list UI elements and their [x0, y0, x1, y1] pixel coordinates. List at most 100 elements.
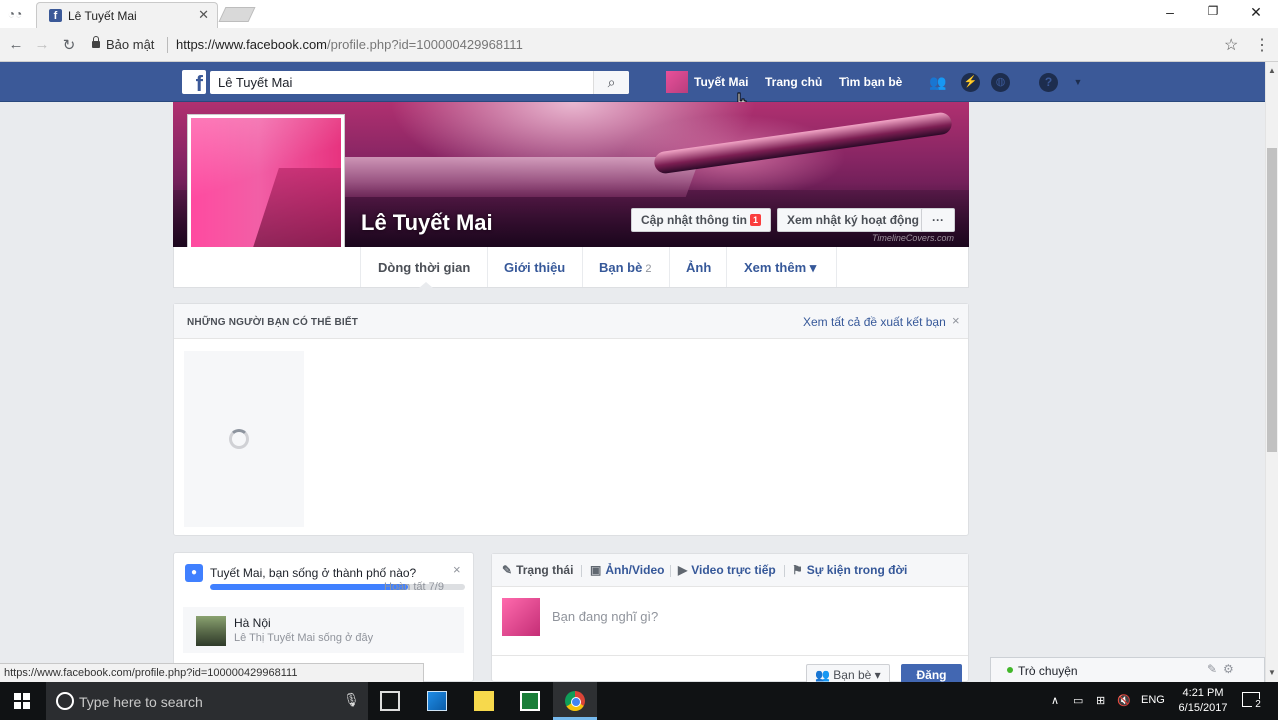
clock-time: 4:21 PM	[1182, 687, 1224, 699]
secure-indicator[interactable]: Bảo mật	[92, 36, 155, 52]
browser-tab[interactable]: f Lê Tuyết Mai ✕	[36, 2, 218, 28]
city-suggestion[interactable]: Hà Nội Lê Thị Tuyết Mai sống ở đây	[183, 607, 464, 653]
pencil-icon: ✎	[502, 563, 513, 577]
browser-menu-icon[interactable]: ⋮	[1254, 35, 1270, 55]
help-icon[interactable]: ?	[1039, 73, 1058, 92]
loading-spinner-icon	[229, 429, 249, 449]
chrome-icon[interactable]	[565, 691, 585, 711]
cortana-icon	[56, 692, 74, 710]
notification-count: 2	[1252, 699, 1264, 711]
secure-label: Bảo mật	[106, 37, 155, 52]
tab-photos[interactable]: Ảnh	[686, 260, 711, 275]
messenger-icon[interactable]: ⚡	[961, 73, 980, 92]
city-subtitle: Lê Thị Tuyết Mai sống ở đây	[234, 632, 374, 644]
link-status-url: https://www.facebook.com/profile.php?id=…	[0, 663, 424, 682]
post-composer: ✎ Trạng thái ▣ Ảnh/Video ▶ Video trực tiếp …	[491, 553, 969, 686]
progress-text: Hoàn tất 7/9	[384, 581, 444, 593]
search-input[interactable]	[210, 71, 580, 93]
window-close-icon[interactable]: ✕	[1246, 4, 1266, 21]
chat-settings-gear-icon[interactable]: ⚙	[1223, 662, 1234, 676]
windows-start-icon[interactable]	[14, 693, 30, 709]
tray-chevron-up-icon[interactable]: ∧	[1051, 694, 1059, 707]
battery-icon[interactable]: ▭	[1073, 694, 1083, 707]
restore-icon[interactable]: ❐	[1203, 4, 1223, 18]
composer-tab-status[interactable]: ✎ Trạng thái	[502, 563, 573, 577]
progress-fill	[210, 584, 409, 590]
timeline-nav: Dòng thời gian Giới thiệu Bạn bè 2 Ảnh Xe…	[173, 247, 969, 288]
lock-icon	[92, 36, 100, 48]
scrollbar-thumb[interactable]	[1267, 148, 1277, 452]
cover-watermark: TimelineCovers.com	[872, 233, 954, 243]
pymk-title: NHỮNG NGƯỜI BẠN CÓ THỂ BIẾT	[187, 317, 359, 328]
taskbar-search-placeholder: Type here to search	[79, 694, 203, 710]
incognito-icon: ◔◔	[7, 7, 23, 21]
composer-input[interactable]: Bạn đang nghĩ gì?	[552, 609, 658, 624]
new-message-icon[interactable]: ✎	[1207, 662, 1217, 676]
tab-friends[interactable]: Bạn bè 2	[599, 260, 651, 275]
tab-title: Lê Tuyết Mai	[68, 9, 137, 23]
taskbar-app-icon[interactable]	[427, 691, 447, 711]
prompt-close-icon[interactable]: ×	[453, 562, 461, 577]
scroll-up-icon[interactable]: ▲	[1268, 66, 1276, 75]
facebook-header: f ⌕ Tuyết Mai Trang chủ Tìm bạn bè 👥 ⚡ ◍…	[0, 62, 1265, 102]
location-pin-icon: ●	[185, 564, 203, 582]
video-icon: ▶	[678, 563, 688, 577]
account-menu-chevron-down-icon[interactable]: ▼	[1068, 73, 1088, 91]
composer-tab-photo-video[interactable]: ▣ Ảnh/Video	[590, 563, 664, 577]
language-indicator[interactable]: ENG	[1141, 694, 1165, 706]
browser-titlebar: ◔◔ f Lê Tuyết Mai ✕ – ❐ ✕	[0, 0, 1278, 28]
reload-icon[interactable]: ↻	[59, 36, 79, 54]
pymk-close-icon[interactable]: ×	[952, 313, 960, 328]
composer-tab-life-event[interactable]: ⚑ Sự kiện trong đời	[792, 563, 907, 577]
windows-taskbar: Type here to search 🎙 ∧ ▭ ⊞ 🔇 ENG 4:21 P…	[0, 682, 1278, 720]
sticky-notes-icon[interactable]	[474, 691, 494, 711]
scroll-down-icon[interactable]: ▼	[1268, 668, 1276, 677]
notifications-globe-icon[interactable]: ◍	[991, 73, 1010, 92]
city-question: Tuyết Mai, bạn sống ở thành phố nào?	[210, 566, 417, 580]
tab-more[interactable]: Xem thêm ▾	[744, 260, 816, 276]
update-info-button[interactable]: Cập nhật thông tin 1	[631, 208, 771, 232]
search-icon[interactable]: ⌕	[593, 71, 629, 94]
friends-audience-icon: 👥	[815, 668, 834, 682]
tab-timeline[interactable]: Dòng thời gian	[378, 260, 470, 275]
people-you-may-know: NHỮNG NGƯỜI BẠN CÓ THỂ BIẾT Xem tất cả đ…	[173, 303, 969, 536]
back-icon[interactable]: ←	[6, 36, 26, 53]
url-host: https://www.facebook.com	[176, 37, 328, 52]
activity-log-button[interactable]: Xem nhật ký hoạt động	[777, 208, 930, 232]
home-link[interactable]: Trang chủ	[765, 75, 822, 89]
see-all-suggestions-link[interactable]: Xem tất cả đề xuất kết bạn	[803, 315, 946, 329]
volume-muted-icon[interactable]: 🔇	[1117, 694, 1131, 707]
online-status-icon	[1007, 667, 1013, 673]
find-friends-link[interactable]: Tìm bạn bè	[839, 75, 902, 89]
bookmark-star-icon[interactable]: ☆	[1224, 35, 1238, 55]
friend-requests-icon[interactable]: 👥	[928, 73, 948, 91]
microphone-icon[interactable]: 🎙	[343, 692, 360, 708]
taskbar-search[interactable]: Type here to search 🎙	[46, 682, 368, 720]
clock-date: 6/15/2017	[1178, 702, 1228, 714]
camera-icon: ▣	[590, 563, 602, 577]
city-name: Hà Nội	[234, 616, 271, 630]
task-view-icon[interactable]	[380, 691, 400, 711]
camtasia-icon[interactable]	[520, 691, 540, 711]
omnibox-divider	[167, 37, 168, 53]
avatar	[502, 598, 540, 636]
friends-count: 2	[645, 263, 652, 275]
more-options-button[interactable]: ···	[921, 208, 955, 232]
update-info-label: Cập nhật thông tin	[641, 213, 747, 227]
avatar	[666, 71, 688, 93]
tab-about[interactable]: Giới thiệu	[504, 260, 565, 275]
forward-icon[interactable]: →	[32, 36, 52, 53]
minimize-icon[interactable]: –	[1160, 4, 1180, 20]
facebook-search[interactable]: ⌕	[210, 71, 629, 94]
composer-tab-live-video[interactable]: ▶ Video trực tiếp	[678, 563, 776, 577]
chat-sidebar-bar[interactable]: Trò chuyện ✎ ⚙	[990, 657, 1265, 682]
system-clock[interactable]: 4:21 PM 6/15/2017	[1170, 686, 1236, 716]
facebook-logo-icon[interactable]: f	[182, 70, 206, 94]
network-icon[interactable]: ⊞	[1096, 694, 1105, 707]
header-user-name: Tuyết Mai	[694, 75, 749, 89]
omnibox-url[interactable]: https://www.facebook.com/profile.php?id=…	[176, 37, 523, 52]
tab-close-icon[interactable]: ✕	[198, 7, 209, 23]
profile-name[interactable]: Lê Tuyết Mai	[361, 210, 493, 236]
new-tab-button[interactable]	[218, 7, 256, 22]
active-tab-indicator	[419, 282, 433, 288]
